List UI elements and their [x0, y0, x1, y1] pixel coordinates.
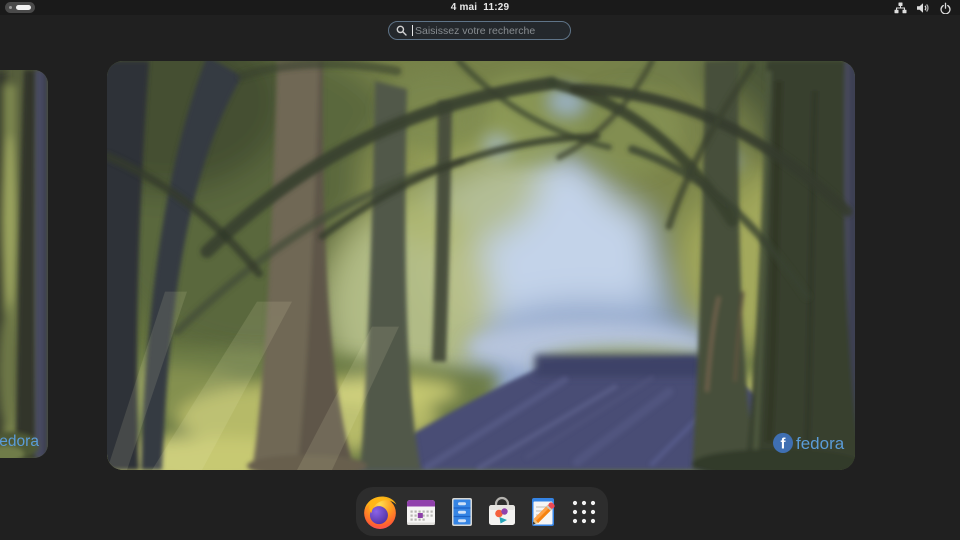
calendar-icon — [404, 495, 438, 529]
dock-item-firefox[interactable] — [362, 494, 398, 530]
top-bar: 4 mai 11:29 — [0, 0, 960, 15]
dock-item-app-grid[interactable] — [566, 494, 602, 530]
search-icon — [396, 25, 407, 36]
fedora-brand-text-partial: fedora — [0, 433, 39, 450]
search-bar[interactable] — [388, 21, 571, 40]
dash-dock — [356, 487, 608, 536]
software-icon — [485, 495, 519, 529]
files-icon — [445, 495, 479, 529]
power-icon — [939, 2, 952, 14]
dock-item-text-editor[interactable] — [525, 494, 561, 530]
fedora-logo: f fedora — [773, 433, 845, 453]
gnome-activities-overview: { "topbar": { "clock": "4 mai 11:29", "w… — [0, 0, 960, 540]
fedora-brand-text: fedora — [796, 434, 845, 453]
firefox-icon — [362, 494, 398, 530]
workspace-thumbnail-current[interactable]: f fedora — [107, 61, 855, 470]
workspace-pill-active[interactable] — [16, 5, 31, 10]
status-area[interactable] — [894, 0, 952, 15]
network-wired-icon — [894, 2, 907, 14]
clock[interactable]: 4 mai 11:29 — [451, 0, 510, 15]
workspace-indicator[interactable] — [5, 2, 35, 13]
wallpaper-painting-partial: fedora — [0, 70, 48, 458]
workspace-dot-inactive[interactable] — [9, 6, 12, 9]
dock-item-files[interactable] — [444, 494, 480, 530]
wallpaper-painting: f fedora — [107, 61, 855, 470]
workspace-thumbnail-previous[interactable]: fedora — [0, 70, 48, 458]
search-input[interactable] — [413, 25, 563, 37]
text-editor-icon — [526, 495, 560, 529]
volume-icon — [916, 2, 930, 14]
dock-item-calendar[interactable] — [403, 494, 439, 530]
app-grid-icon — [567, 495, 601, 529]
dock-item-software[interactable] — [485, 494, 521, 530]
